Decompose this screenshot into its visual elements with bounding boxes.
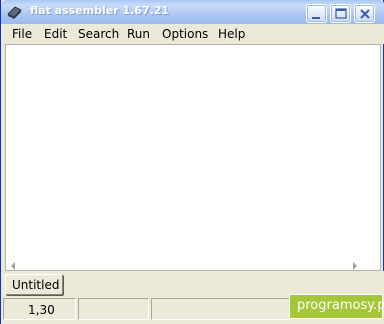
fasm-app-icon[interactable] — [6, 4, 23, 20]
maximize-icon — [335, 8, 347, 19]
status-position-pane: 1,30 — [3, 298, 76, 320]
watermark-text: programosy.pl — [297, 298, 384, 313]
menu-options[interactable]: Options — [162, 26, 208, 42]
app-window: flat assembler 1.67.21 File Edit Search … — [0, 0, 384, 324]
minimize-button[interactable] — [306, 4, 327, 23]
minimize-icon — [312, 17, 320, 19]
menu-run[interactable]: Run — [127, 26, 150, 42]
menu-bar: File Edit Search Run Options Help — [2, 24, 384, 44]
tab-label: Untitled — [12, 278, 60, 292]
maximize-button[interactable] — [330, 4, 351, 23]
menu-search[interactable]: Search — [78, 26, 119, 42]
close-button[interactable] — [354, 4, 375, 23]
horizontal-scrollbar[interactable] — [6, 256, 380, 270]
watermark-badge: programosy.pl — [289, 294, 384, 319]
close-icon — [360, 9, 370, 19]
menu-edit[interactable]: Edit — [44, 26, 67, 42]
menu-file[interactable]: File — [12, 26, 32, 42]
tab-untitled[interactable]: Untitled — [5, 274, 63, 295]
cursor-position: 1,30 — [28, 303, 55, 317]
title-bar[interactable]: flat assembler 1.67.21 — [1, 0, 384, 24]
window-title: flat assembler 1.67.21 — [30, 4, 170, 17]
code-editor[interactable] — [5, 44, 381, 271]
status-pane-2 — [78, 298, 149, 320]
menu-help[interactable]: Help — [218, 26, 245, 42]
status-pane-3 — [151, 298, 291, 320]
tab-bar: Untitled — [1, 271, 384, 296]
